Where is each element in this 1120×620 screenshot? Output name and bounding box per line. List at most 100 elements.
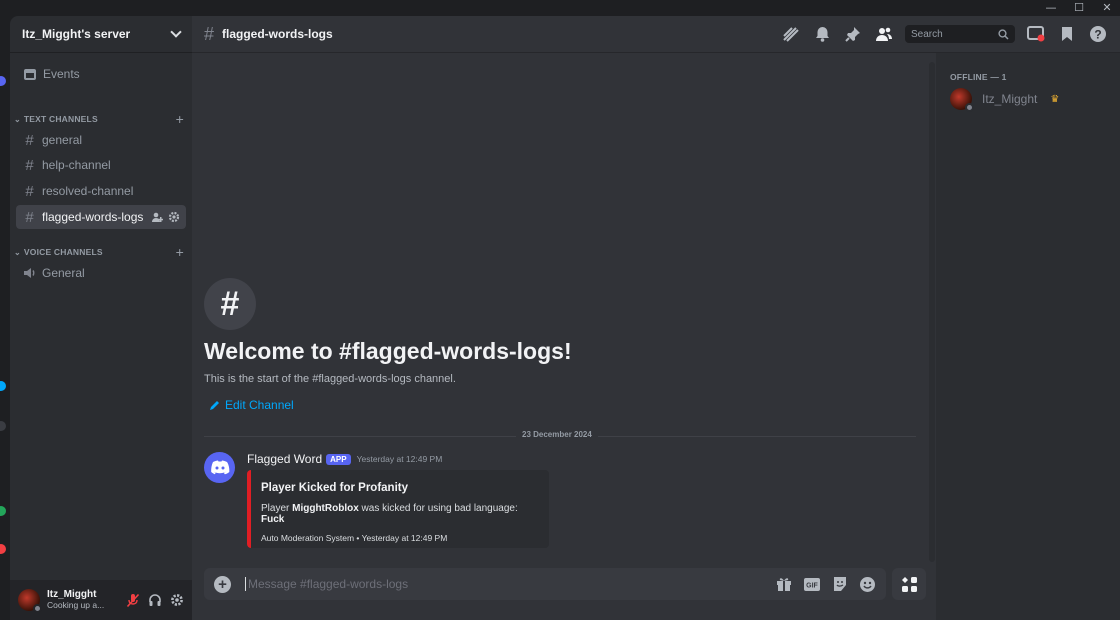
channel-label: flagged-words-logs [42, 210, 144, 224]
welcome-subtitle: This is the start of the #flagged-words-… [204, 373, 456, 385]
embed-word: Fuck [261, 514, 285, 525]
user-info[interactable]: Itz_Migght Cooking up a... [47, 589, 104, 611]
channel-label: help-channel [42, 158, 111, 172]
edit-channel-link[interactable]: Edit Channel [209, 398, 294, 412]
member-group-header: OFFLINE — 1 [950, 72, 1007, 82]
channel-resolved-channel[interactable]: # resolved-channel [16, 179, 186, 203]
member-list: OFFLINE — 1 Itz_Migght ♛ [936, 53, 1120, 620]
message-embed: Player Kicked for Profanity Player Miggh… [247, 470, 549, 548]
category-voice-channels[interactable]: ⌄ VOICE CHANNELS + [14, 244, 184, 260]
message-input[interactable] [245, 577, 776, 591]
title-bar: — ☐ ✕ [0, 0, 1120, 16]
settings-gear-icon[interactable] [170, 593, 184, 607]
category-text-channels[interactable]: ⌄ TEXT CHANNELS + [14, 111, 184, 127]
chevron-down-icon: ⌄ [14, 247, 21, 257]
apps-button[interactable] [892, 568, 926, 600]
emoji-icon[interactable] [859, 576, 876, 593]
search-icon [998, 28, 1009, 40]
add-attachment-button[interactable]: + [214, 575, 231, 593]
invite-member-icon[interactable] [151, 211, 163, 223]
member-name: Itz_Migght [982, 92, 1038, 106]
hash-icon: # [25, 156, 34, 174]
notification-bell-icon[interactable] [812, 24, 832, 44]
gift-icon[interactable] [776, 576, 792, 592]
svg-text:GIF: GIF [806, 582, 818, 589]
bookmark-icon[interactable] [1057, 24, 1077, 44]
server-icon[interactable] [0, 421, 6, 431]
message-timestamp: Yesterday at 12:49 PM [356, 454, 443, 464]
hash-icon: # [25, 182, 34, 200]
date-divider-label: 23 December 2024 [516, 430, 598, 439]
mute-microphone-icon[interactable] [126, 593, 140, 608]
bot-avatar[interactable] [204, 452, 235, 483]
server-rail [0, 16, 10, 620]
events-button[interactable]: Events [16, 62, 186, 86]
user-panel: Itz_Migght Cooking up a... [10, 580, 192, 620]
calendar-icon [24, 68, 36, 80]
edit-channel-label: Edit Channel [225, 398, 294, 412]
embed-player: MigghtRoblox [292, 503, 359, 514]
window-controls: — ☐ ✕ [1044, 1, 1114, 14]
channel-label: General [42, 266, 85, 280]
apps-icon [901, 576, 917, 592]
user-name: Itz_Migght [47, 589, 97, 600]
chevron-down-icon [170, 26, 182, 38]
hash-icon: # [204, 278, 256, 330]
server-icon[interactable] [0, 544, 6, 554]
channel-title: flagged-words-logs [222, 27, 333, 41]
close-button[interactable]: ✕ [1100, 1, 1114, 14]
status-offline-icon [33, 604, 42, 613]
welcome-title: Welcome to #flagged-words-logs! [204, 338, 572, 364]
embed-description: Player MigghtRoblox was kicked for using… [261, 503, 539, 525]
app-badge: APP [326, 453, 351, 465]
category-label: TEXT CHANNELS [23, 114, 98, 124]
threads-icon[interactable] [781, 24, 801, 44]
voice-channel-general[interactable]: General [16, 261, 186, 285]
minimize-button[interactable]: — [1044, 1, 1058, 14]
server-name: Itz_Migght's server [22, 27, 131, 41]
search-input[interactable]: Search [905, 25, 1015, 43]
member-list-icon[interactable] [874, 24, 894, 44]
server-icon[interactable] [0, 381, 6, 391]
create-channel-icon[interactable]: + [176, 244, 184, 260]
crown-icon: ♛ [1050, 93, 1060, 105]
embed-desc-prefix: Player [261, 503, 293, 514]
svg-text:?: ? [1094, 28, 1101, 42]
inbox-icon[interactable] [1026, 24, 1046, 44]
server-icon[interactable] [0, 506, 6, 516]
hash-icon: # [25, 208, 34, 226]
status-offline-icon [965, 103, 974, 112]
embed-desc-middle: was kicked for using bad language: [358, 503, 518, 514]
channel-general[interactable]: # general [16, 128, 186, 152]
maximize-button[interactable]: ☐ [1072, 1, 1086, 14]
help-icon[interactable]: ? [1088, 24, 1108, 44]
channel-header: # flagged-words-logs Search ? [192, 16, 1120, 53]
hash-icon: # [25, 131, 34, 149]
channel-label: resolved-channel [42, 184, 134, 198]
embed-footer: Auto Moderation System • Yesterday at 12… [261, 533, 448, 543]
embed-title: Player Kicked for Profanity [261, 482, 408, 494]
server-icon[interactable] [0, 76, 6, 86]
user-status: Cooking up a... [47, 600, 105, 610]
member-item[interactable]: Itz_Migght ♛ [950, 88, 1060, 112]
headphones-icon[interactable] [148, 593, 162, 607]
channel-label: general [42, 133, 83, 147]
message-header: Flagged Word APP Yesterday at 12:49 PM [247, 452, 442, 466]
sticker-icon[interactable] [832, 576, 848, 592]
pin-icon[interactable] [843, 24, 863, 44]
gif-icon[interactable]: GIF [803, 577, 821, 592]
discord-logo-icon [210, 460, 229, 475]
channel-help-channel[interactable]: # help-channel [16, 153, 186, 177]
events-label: Events [43, 67, 80, 81]
server-header[interactable]: Itz_Migght's server [10, 16, 192, 53]
avatar[interactable] [18, 589, 42, 613]
chevron-down-icon: ⌄ [14, 114, 21, 124]
gear-icon[interactable] [168, 211, 180, 223]
message-author[interactable]: Flagged Word [247, 452, 322, 466]
create-channel-icon[interactable]: + [176, 111, 184, 127]
channel-flagged-words-logs[interactable]: # flagged-words-logs [16, 205, 186, 229]
channel-sidebar: Itz_Migght's server Events ⌄ TEXT CHANNE… [10, 16, 192, 620]
chat-scrollbar[interactable] [929, 62, 935, 562]
category-label: VOICE CHANNELS [23, 247, 103, 257]
search-placeholder: Search [911, 28, 943, 40]
